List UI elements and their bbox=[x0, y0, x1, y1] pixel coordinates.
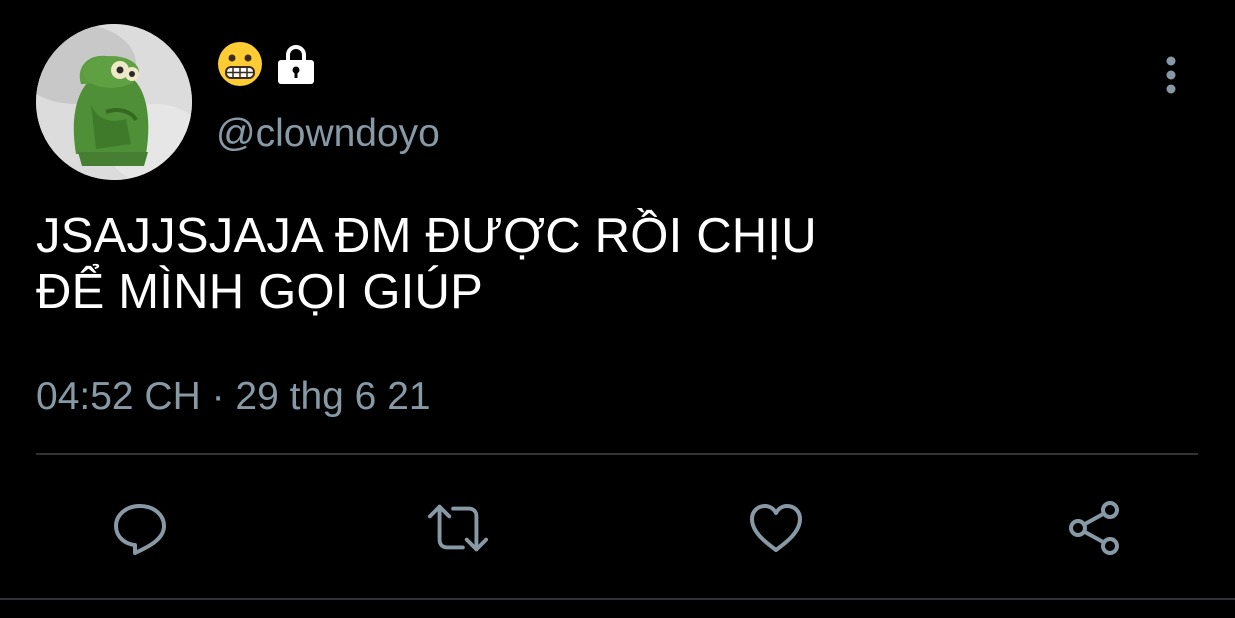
retweet-icon bbox=[427, 504, 489, 552]
like-button[interactable] bbox=[744, 496, 808, 560]
retweet-button[interactable] bbox=[426, 496, 490, 560]
avatar-image bbox=[36, 24, 192, 180]
more-options-button[interactable] bbox=[1150, 52, 1192, 98]
lock-icon bbox=[278, 45, 314, 84]
divider bbox=[0, 598, 1235, 600]
avatar[interactable] bbox=[36, 24, 192, 180]
display-name[interactable] bbox=[216, 40, 318, 88]
more-vertical-icon bbox=[1166, 56, 1176, 94]
user-handle[interactable]: @clowndoyo bbox=[216, 112, 440, 156]
tweet-text-line: JSAJJSJAJA ĐM ĐƯỢC RỒI CHỊU bbox=[36, 209, 817, 263]
grimacing-face-emoji bbox=[218, 42, 262, 86]
tweet-timestamp[interactable]: 04:52 CH · 29 thg 6 21 bbox=[36, 374, 431, 420]
like-icon bbox=[750, 504, 802, 552]
tweet-text: JSAJJSJAJA ĐM ĐƯỢC RỒI CHỊU ĐỂ MÌNH GỌI … bbox=[36, 208, 1186, 320]
share-button[interactable] bbox=[1062, 496, 1126, 560]
share-icon bbox=[1069, 501, 1119, 555]
tweet-text-line: ĐỂ MÌNH GỌI GIÚP bbox=[36, 265, 483, 319]
reply-button[interactable] bbox=[108, 496, 172, 560]
tweet: @clowndoyo JSAJJSJAJA ĐM ĐƯỢC RỒI CHỊU Đ… bbox=[0, 0, 1235, 618]
divider bbox=[36, 453, 1198, 455]
reply-icon bbox=[114, 504, 166, 555]
